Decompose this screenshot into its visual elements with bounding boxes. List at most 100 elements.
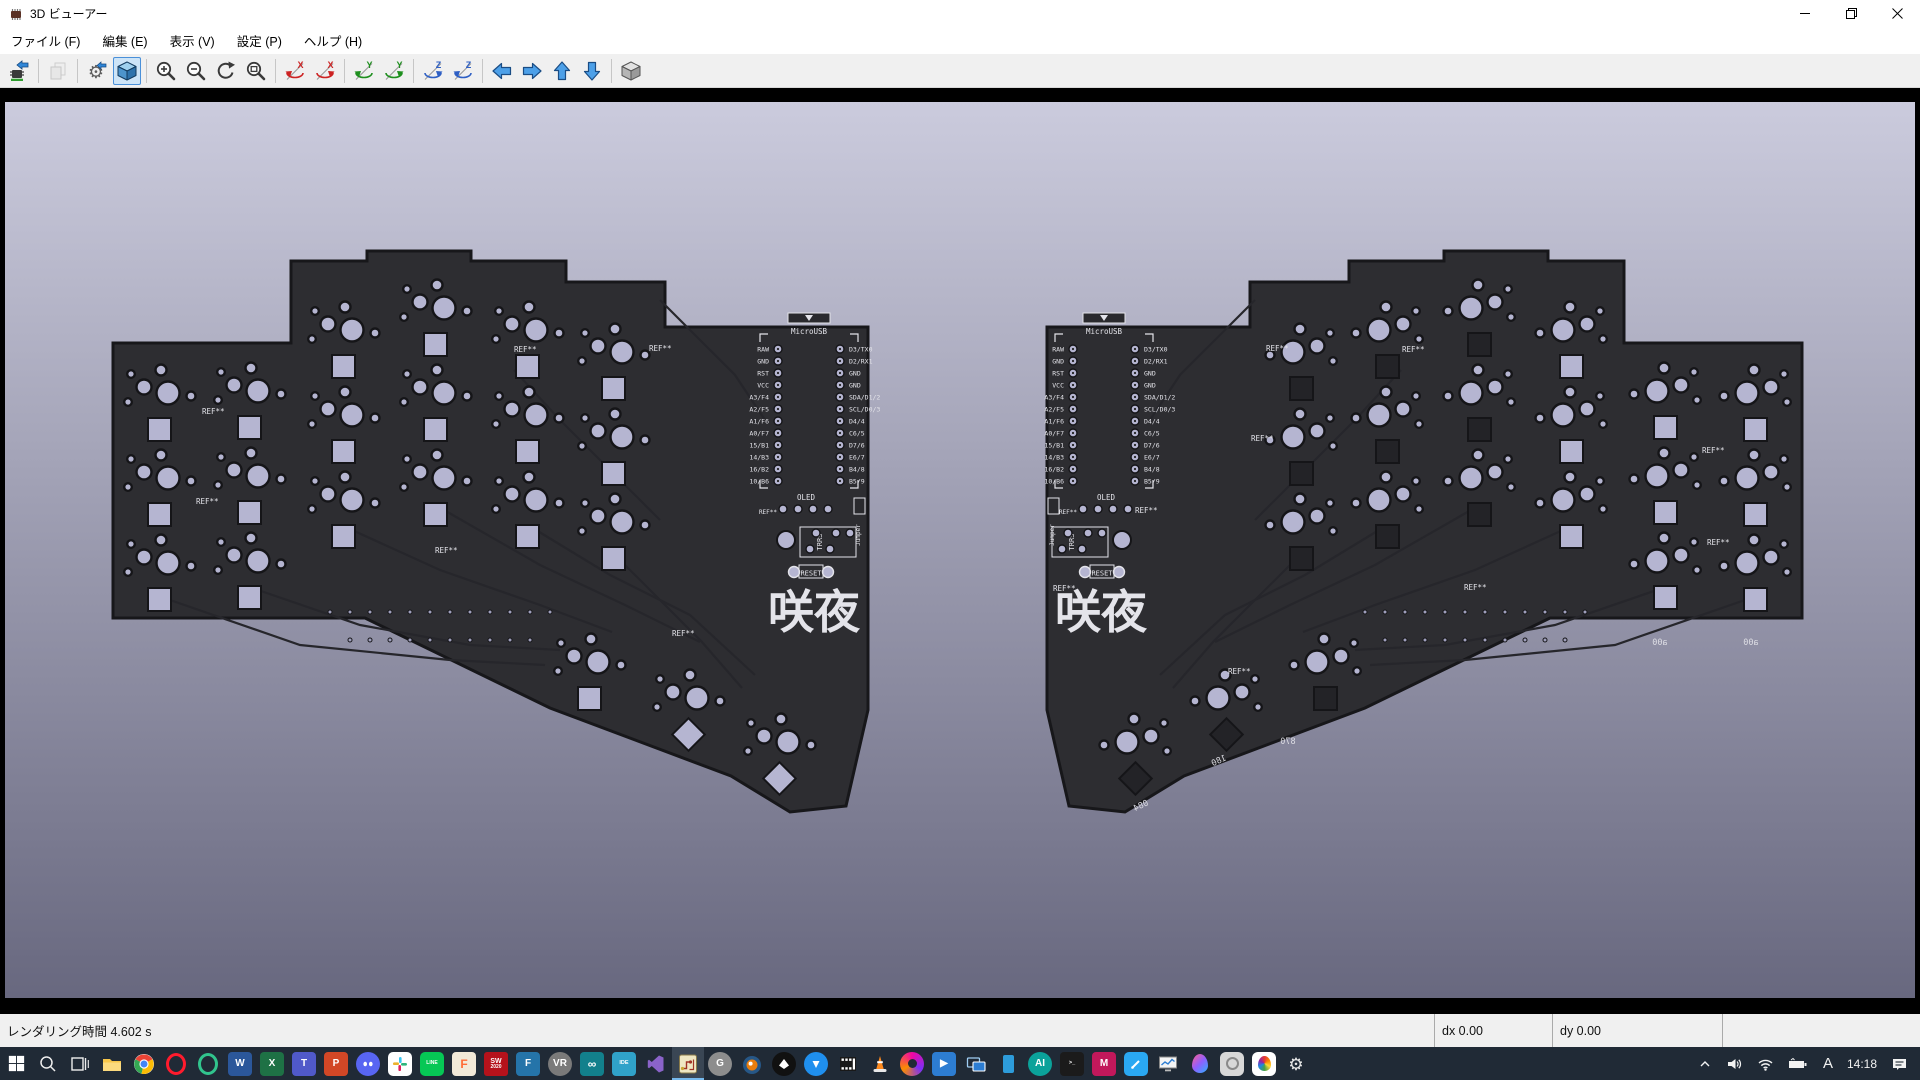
3d-viewport[interactable]: MicroUSBRAWD3/TX0GNDD2/RX1RSTGNDVCCGNDA3… [0, 88, 1920, 1014]
taskbar-ai-brain-icon[interactable]: AI [1024, 1047, 1056, 1080]
taskbar-search-icon[interactable] [32, 1047, 64, 1080]
taskbar-fusion-360-icon[interactable]: F [448, 1047, 480, 1080]
maximize-button[interactable] [1828, 0, 1874, 27]
rotate-z-cw-button[interactable]: Z [419, 57, 447, 85]
taskbar-clock[interactable]: 14:18 [1840, 1047, 1884, 1080]
svg-text:A3/F4: A3/F4 [1044, 393, 1064, 401]
orthographic-toggle-button[interactable] [617, 57, 645, 85]
toolbar-separator [77, 59, 78, 83]
taskbar-f-cad-tool-icon[interactable]: F [512, 1047, 544, 1080]
ime-indicator[interactable]: A [1816, 1047, 1840, 1080]
taskbar-zen-browser-icon[interactable] [1216, 1047, 1248, 1080]
taskbar-teams-icon[interactable]: T [288, 1047, 320, 1080]
svg-text:GND: GND [757, 357, 769, 365]
menu-edit[interactable]: 編集 (E) [91, 27, 158, 54]
taskbar-chrome-icon[interactable] [128, 1047, 160, 1080]
taskbar-downloader-icon[interactable] [800, 1047, 832, 1080]
raytracing-toggle-button[interactable] [113, 57, 141, 85]
svg-text:A2/F5: A2/F5 [749, 405, 769, 413]
menu-file[interactable]: ファイル (F) [0, 27, 91, 54]
rotate-x-cw-button[interactable]: X [311, 57, 339, 85]
menu-view[interactable]: 表示 (V) [159, 27, 226, 54]
taskbar-slack-icon[interactable] [384, 1047, 416, 1080]
svg-text:RESET: RESET [800, 570, 822, 578]
close-button[interactable] [1874, 0, 1920, 27]
taskbar-inkscape-icon[interactable] [768, 1047, 800, 1080]
taskbar-start-icon[interactable] [0, 1047, 32, 1080]
taskbar-powerpoint-icon[interactable]: P [320, 1047, 352, 1080]
taskbar-discord-icon[interactable] [352, 1047, 384, 1080]
zoom-in-button[interactable] [152, 57, 180, 85]
battery-icon[interactable] [1781, 1047, 1816, 1080]
taskbar-file-explorer-icon[interactable] [96, 1047, 128, 1080]
svg-text:15/B1: 15/B1 [1044, 441, 1064, 449]
wifi-icon[interactable] [1750, 1047, 1781, 1080]
taskbar-paint-drop-icon[interactable] [1184, 1047, 1216, 1080]
rotate-x-ccw-button[interactable]: X [281, 57, 309, 85]
taskbar-terminal-icon[interactable]: >_ [1056, 1047, 1088, 1080]
taskbar-settings-icon[interactable]: ⚙ [1280, 1047, 1312, 1080]
taskbar-phone-icon[interactable] [992, 1047, 1024, 1080]
action-center-icon[interactable] [1884, 1047, 1920, 1080]
system-tray: A 14:18 [1691, 1047, 1920, 1080]
taskbar-task-view-icon[interactable] [64, 1047, 96, 1080]
rotate-y-ccw-button[interactable]: Y [350, 57, 378, 85]
menu-preferences[interactable]: 設定 (P) [226, 27, 293, 54]
taskbar-kicad-3d-viewer-icon[interactable] [672, 1047, 704, 1080]
taskbar-blender-icon[interactable] [736, 1047, 768, 1080]
taskbar-media-player-icon[interactable]: ▶ [928, 1047, 960, 1080]
svg-text:REF**: REF** [649, 344, 672, 353]
rotate-y-cw-button[interactable]: Y [380, 57, 408, 85]
taskbar-music-app-icon[interactable] [896, 1047, 928, 1080]
taskbar-line-icon[interactable]: LINE [416, 1047, 448, 1080]
taskbar-arduino-ide-icon[interactable]: IDE [608, 1047, 640, 1080]
svg-text:D2/RX1: D2/RX1 [1144, 357, 1168, 365]
svg-text:a00: a00 [1652, 638, 1667, 648]
app-chip-icon [8, 6, 24, 22]
taskbar-arduino-icon[interactable]: ∞ [576, 1047, 608, 1080]
taskbar-vlc-icon[interactable] [864, 1047, 896, 1080]
rotate-z-ccw-button[interactable]: Z [449, 57, 477, 85]
svg-text:REF**: REF** [514, 345, 537, 354]
taskbar-visual-studio-icon[interactable] [640, 1047, 672, 1080]
hidden-icons-chevron-icon[interactable] [1691, 1047, 1719, 1080]
zoom-out-button[interactable] [182, 57, 210, 85]
taskbar-paint-net-icon[interactable] [1248, 1047, 1280, 1080]
volume-icon[interactable] [1719, 1047, 1750, 1080]
menu-help[interactable]: ヘルプ (H) [293, 27, 373, 54]
svg-text:REF**: REF** [1702, 446, 1725, 455]
minimize-button[interactable] [1782, 0, 1828, 27]
svg-text:Z: Z [436, 60, 442, 70]
svg-text:VCC: VCC [1052, 381, 1064, 389]
taskbar-gimp-icon[interactable]: G [704, 1047, 736, 1080]
svg-text:B5/9: B5/9 [849, 477, 865, 485]
toolbar-separator [146, 59, 147, 83]
svg-text:X: X [297, 60, 303, 70]
title-bar: 3D ビューアー [0, 0, 1920, 27]
taskbar-word-icon[interactable]: W [224, 1047, 256, 1080]
svg-text:GND: GND [1144, 381, 1156, 389]
zoom-fit-button[interactable] [242, 57, 270, 85]
pan-down-button[interactable] [578, 57, 606, 85]
pan-right-button[interactable] [518, 57, 546, 85]
svg-text:REF**: REF** [202, 407, 225, 416]
taskbar-media-player-classic-icon[interactable] [832, 1047, 864, 1080]
svg-text:A3/F4: A3/F4 [749, 393, 769, 401]
pan-left-button[interactable] [488, 57, 516, 85]
pan-up-button[interactable] [548, 57, 576, 85]
svg-text:SDA/D1/2: SDA/D1/2 [849, 393, 880, 401]
copy-image-button[interactable] [44, 57, 72, 85]
taskbar-opera-gx-icon[interactable] [192, 1047, 224, 1080]
taskbar-pen-tool-icon[interactable] [1120, 1047, 1152, 1080]
render-options-button[interactable]: ⚙ [83, 57, 111, 85]
taskbar-media-converter-icon[interactable]: M [1088, 1047, 1120, 1080]
taskbar-excel-icon[interactable]: X [256, 1047, 288, 1080]
redraw-button[interactable] [212, 57, 240, 85]
taskbar-display-chart-icon[interactable] [1152, 1047, 1184, 1080]
taskbar-screen-mirror-icon[interactable] [960, 1047, 992, 1080]
3d-canvas[interactable]: MicroUSBRAWD3/TX0GNDD2/RX1RSTGNDVCCGNDA3… [5, 102, 1915, 998]
taskbar-vrchat-icon[interactable]: VR [544, 1047, 576, 1080]
taskbar-solidworks-icon[interactable]: SW2020 [480, 1047, 512, 1080]
reload-board-button[interactable] [5, 57, 33, 85]
taskbar-opera-icon[interactable] [160, 1047, 192, 1080]
